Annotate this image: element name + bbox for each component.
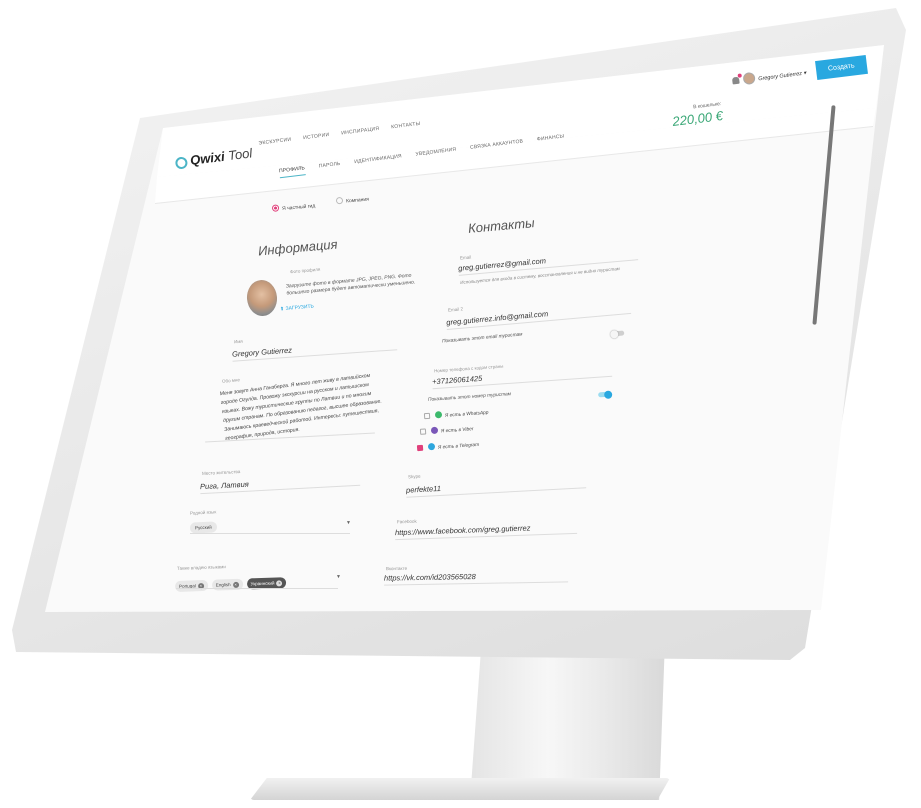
viber-label: Я есть в Viber [440, 427, 474, 435]
about-label: Обо мне [221, 377, 241, 384]
viber-checkbox[interactable]: Я есть в Viber [419, 424, 474, 436]
whatsapp-label: Я есть в WhatsApp [444, 410, 489, 419]
native-language-label: Родной язык [189, 509, 217, 516]
show-email-toggle[interactable] [611, 322, 625, 341]
profile-photo[interactable] [245, 278, 279, 318]
show-phone-toggle[interactable] [597, 383, 611, 402]
facebook-label: Facebook [396, 518, 417, 525]
city-label: Место жительства [201, 469, 241, 476]
close-icon[interactable]: × [276, 580, 283, 587]
email2-label: Email 2 [447, 306, 464, 313]
checkbox-icon [419, 428, 427, 435]
info-heading: Информация [257, 236, 339, 259]
telegram-label: Я есть в Telegram [437, 442, 480, 451]
checkbox-icon [423, 412, 431, 420]
checkbox-checked-icon [416, 444, 424, 452]
skype-label: Skype [407, 473, 421, 480]
logo-icon [174, 156, 189, 170]
viber-icon [430, 426, 439, 435]
skype-field[interactable]: perfekte11 [405, 476, 587, 498]
show-phone-label: Показывать этот номер туристам [427, 392, 512, 403]
photo-description: Загрузите фото в формате JPG, JPEG, PNG.… [286, 272, 416, 297]
email2-field[interactable]: greg.gutierrez.info@gmail.com [445, 301, 632, 331]
screen: Qwixi Tool ЭКСКУРСИИИСТОРИИИНСПИРАЦИЯКОН… [45, 45, 884, 612]
logo-suffix: Tool [227, 145, 254, 164]
language-chip[interactable]: Portugal × [174, 579, 209, 593]
other-languages-underline [176, 588, 338, 589]
other-languages-label: Также владею языками [176, 564, 226, 571]
monitor-stand-base [250, 778, 670, 800]
telegram-icon [427, 442, 436, 451]
upload-icon: ⬆ [279, 306, 285, 313]
monitor-stand-neck [470, 640, 665, 800]
upload-button[interactable]: ⬆ ЗАГРУЗИТЬ [280, 304, 314, 313]
radio-off-icon [335, 196, 344, 205]
radio-private-guide[interactable]: Я частный гид [271, 201, 316, 213]
show-email-label: Показывать этот email туристам [441, 332, 523, 345]
name-label: Имя [233, 338, 243, 345]
city-field[interactable]: Рига, Латвия [199, 473, 361, 495]
other-languages-select[interactable]: Portugal × English × Украинский × [174, 571, 291, 593]
radio-company[interactable]: Компания [335, 195, 370, 206]
whatsapp-icon [434, 411, 443, 419]
vk-label: Вконтакте [385, 565, 408, 572]
toggle-on [598, 391, 611, 398]
name-field[interactable]: Gregory Gutierrez [231, 338, 398, 362]
radio-on-icon [271, 204, 280, 212]
native-language-select[interactable]: Русский [189, 521, 217, 534]
facebook-field[interactable]: https://www.facebook.com/greg.gutierrez [394, 521, 578, 541]
scrollbar[interactable] [812, 105, 836, 325]
contacts-heading: Контакты [467, 215, 536, 236]
upload-label: ЗАГРУЗИТЬ [285, 303, 315, 312]
chevron-down-icon[interactable]: ▼ [346, 520, 351, 526]
chip-label: Украинский [250, 580, 275, 587]
vk-field[interactable]: https://vk.com/id203565028 [383, 570, 569, 586]
native-language-underline [190, 533, 350, 534]
chip-label: English [215, 582, 231, 588]
whatsapp-checkbox[interactable]: Я есть в WhatsApp [423, 408, 489, 420]
chevron-down-icon: ▾ [803, 70, 807, 77]
photo-label: Фото профиля [289, 266, 321, 275]
chevron-down-icon[interactable]: ▼ [336, 574, 341, 580]
toggle-off [612, 330, 625, 337]
bell-icon[interactable] [731, 76, 740, 85]
radio-private-label: Я частный гид [281, 203, 316, 212]
radio-company-label: Компания [345, 196, 370, 205]
telegram-checkbox[interactable]: Я есть в Telegram [416, 440, 480, 452]
avatar [742, 71, 756, 86]
email-label: Email [459, 254, 472, 261]
